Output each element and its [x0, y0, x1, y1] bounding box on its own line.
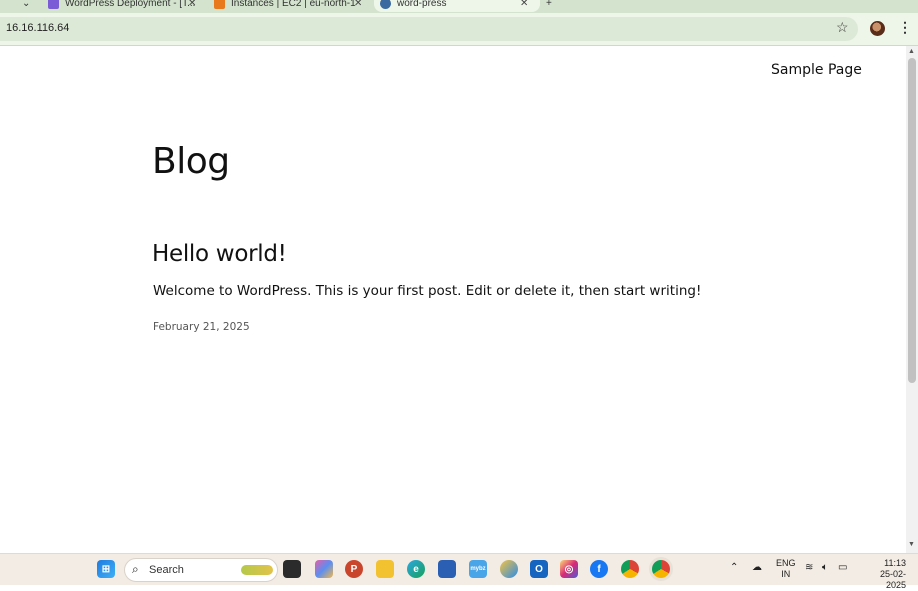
windows-start-icon[interactable]: ⊞ [97, 560, 115, 578]
post-excerpt: Welcome to WordPress. This is your first… [153, 283, 702, 299]
outlook-icon[interactable]: O [530, 560, 548, 578]
new-tab-icon[interactable]: + [546, 0, 552, 12]
folder-icon[interactable] [376, 560, 394, 578]
copilot-icon[interactable] [315, 560, 333, 578]
battery-icon[interactable]: ▭ [838, 562, 847, 573]
tab-title: word-press [397, 0, 447, 9]
tab-wordpress-deployment[interactable]: WordPress Deployment - [T... ✕ [48, 0, 198, 12]
instagram-icon[interactable]: ◎ [560, 560, 578, 578]
scrollbar[interactable]: ▲ ▼ [906, 46, 918, 553]
paint-icon[interactable] [500, 560, 518, 578]
clock-time: 11:13 [884, 558, 906, 568]
mybizz-icon[interactable]: mybz [469, 560, 487, 578]
search-label: Search [149, 564, 184, 576]
show-hidden-icons-icon[interactable]: ⌃ [730, 562, 738, 573]
page-title: Blog [152, 141, 230, 182]
tab-close-icon[interactable]: ✕ [354, 0, 362, 9]
url-text[interactable]: 16.16.116.64 [6, 22, 69, 34]
web-page: Sample Page Blog Hello world! Welcome to… [0, 46, 906, 553]
tab-favicon-icon [214, 0, 225, 9]
chrome-active-icon[interactable] [652, 560, 670, 578]
scroll-thumb[interactable] [908, 58, 916, 383]
address-bar-row: 16.16.116.64 ☆ ⋮ [0, 13, 918, 46]
nav-sample-page-link[interactable]: Sample Page [771, 62, 862, 78]
tab-close-icon[interactable]: ✕ [188, 0, 196, 9]
tab-favicon-icon [48, 0, 59, 9]
scroll-down-icon[interactable]: ▼ [908, 541, 915, 548]
bookmark-star-icon[interactable]: ☆ [836, 19, 849, 36]
omnibox[interactable]: 16.16.116.64 ☆ [0, 17, 858, 41]
tab-title: Instances | EC2 | eu-north-1 [231, 0, 356, 9]
facebook-icon[interactable]: f [590, 560, 608, 578]
language-indicator[interactable]: ENG IN [776, 558, 796, 580]
system-clock[interactable]: 11:13 25-02-2025 [860, 558, 906, 591]
task-view-icon[interactable] [283, 560, 301, 578]
search-highlight-image [241, 565, 273, 575]
post-title-link[interactable]: Hello world! [152, 241, 287, 267]
tab-title: WordPress Deployment - [T... [65, 0, 196, 9]
scroll-up-icon[interactable]: ▲ [908, 48, 915, 55]
region-code: IN [781, 569, 791, 579]
clock-date: 25-02-2025 [879, 569, 906, 590]
tab-instances-ec2[interactable]: Instances | EC2 | eu-north-1 ✕ [214, 0, 364, 12]
wifi-icon[interactable]: ≋ [805, 562, 813, 573]
powerpoint-icon[interactable]: P [345, 560, 363, 578]
language-code: ENG [776, 558, 796, 568]
taskbar-search[interactable]: ⌕ Search [124, 558, 278, 582]
edge-icon[interactable]: e [407, 560, 425, 578]
tab-strip: ⌄ WordPress Deployment - [T... ✕ Instanc… [0, 0, 918, 13]
chrome-icon[interactable] [621, 560, 639, 578]
tab-search-icon[interactable]: ⌄ [22, 0, 30, 12]
taskbar: ⊞ ⌕ Search P e mybz O ◎ f ⌃ ☁ ENG IN ≋ 🔈… [0, 553, 918, 590]
post-date-link[interactable]: February 21, 2025 [153, 321, 250, 333]
wordpress-favicon-icon [380, 0, 391, 9]
store-icon[interactable] [438, 560, 456, 578]
volume-icon[interactable]: 🔈︎ [822, 562, 828, 573]
search-icon: ⌕ [132, 562, 139, 576]
browser-menu-icon[interactable]: ⋮ [898, 19, 912, 36]
profile-avatar[interactable] [870, 21, 885, 36]
tab-close-icon[interactable]: ✕ [520, 0, 528, 9]
onedrive-icon[interactable]: ☁ [752, 562, 762, 573]
tab-word-press[interactable]: word-press ✕ [374, 0, 540, 12]
